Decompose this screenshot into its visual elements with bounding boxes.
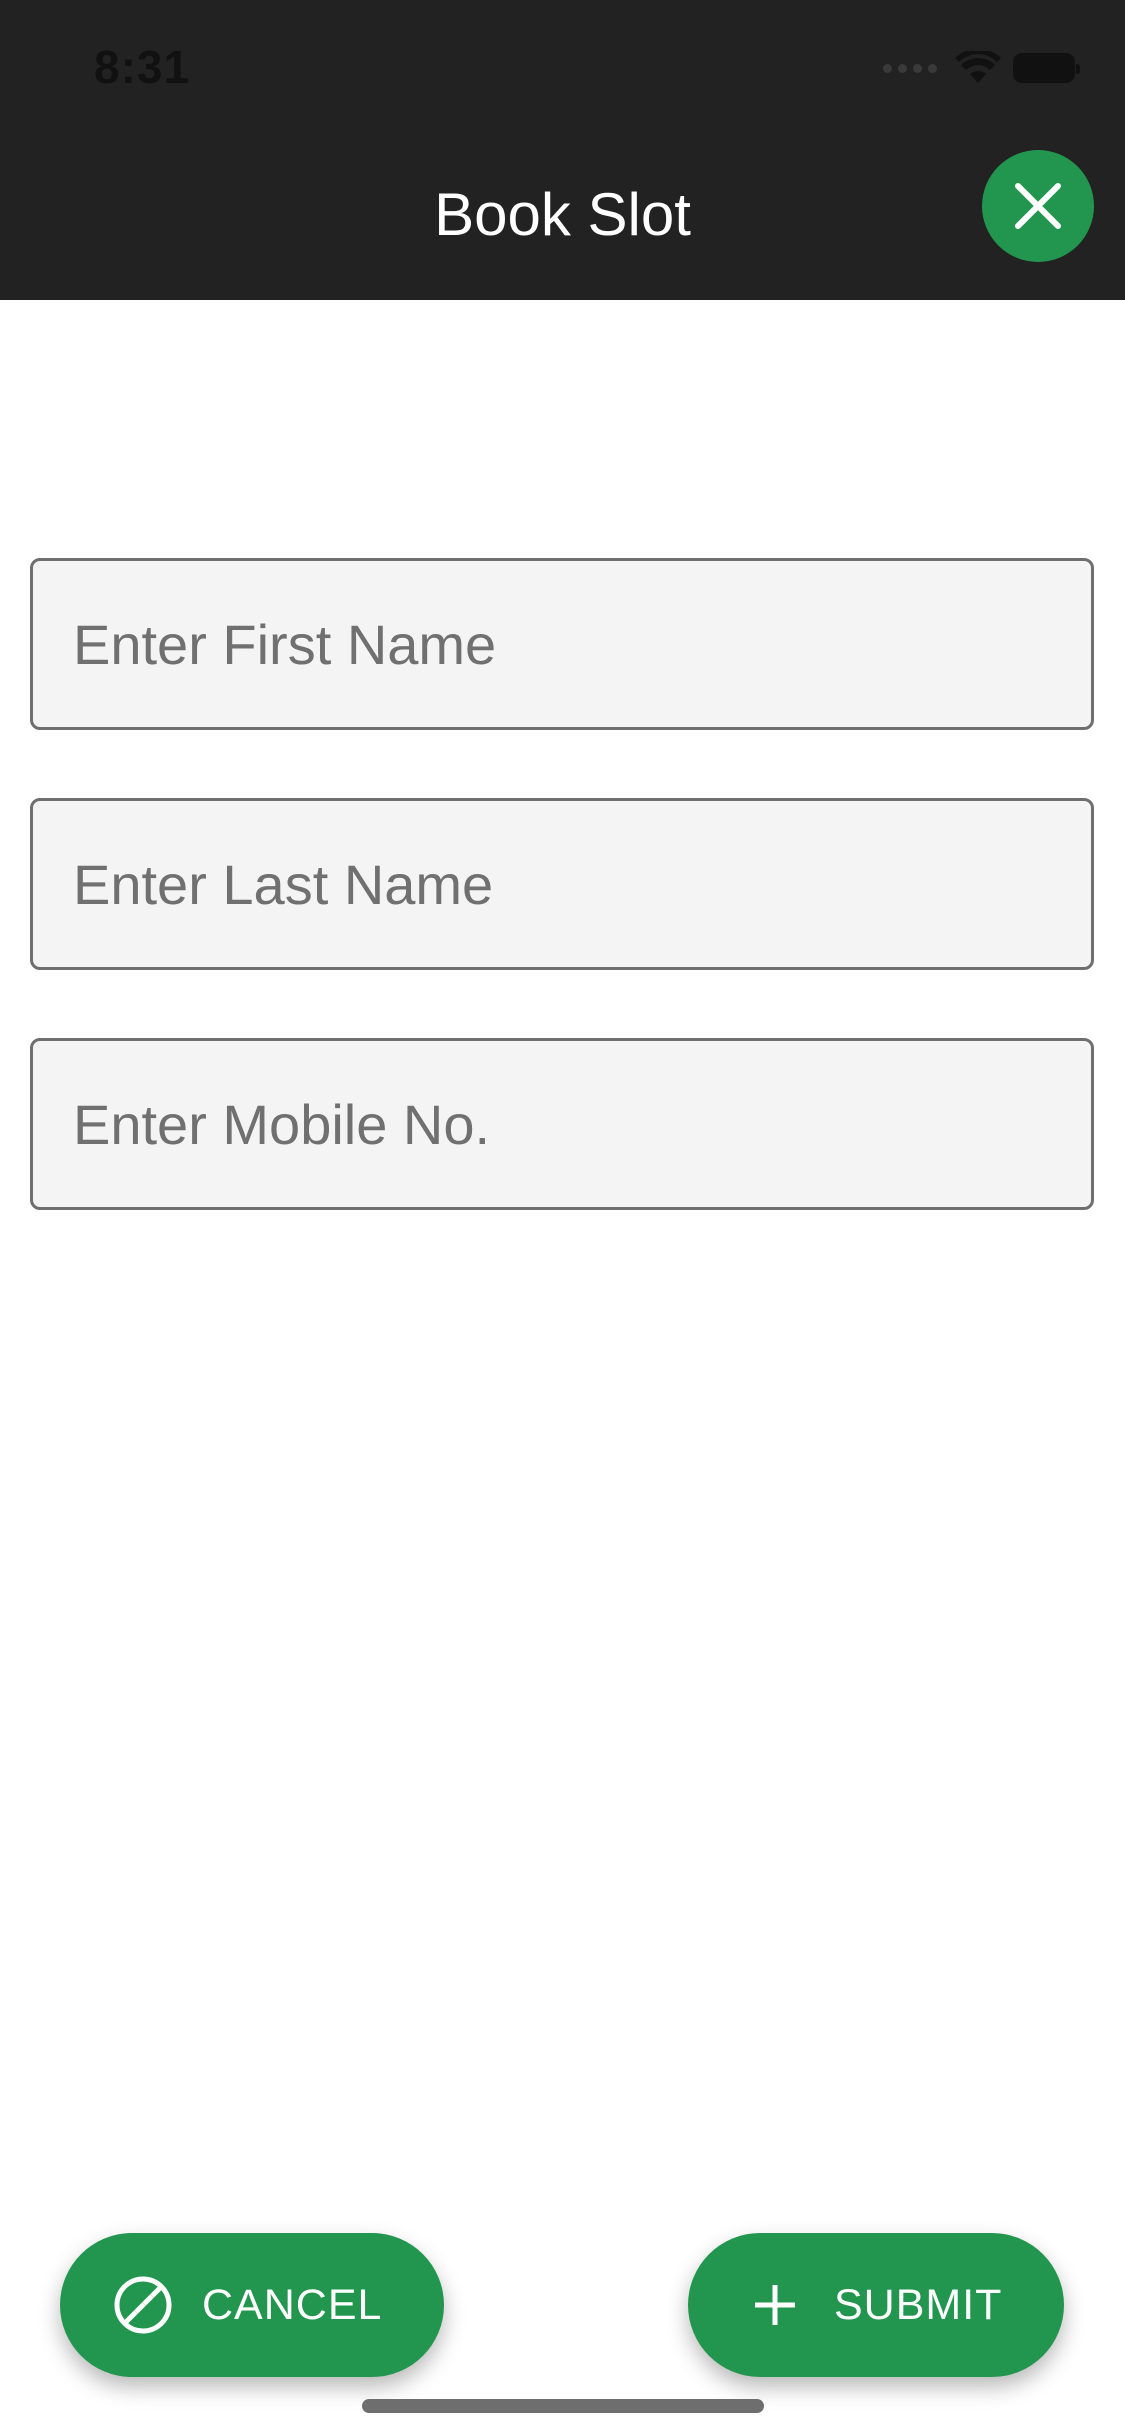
close-icon — [1015, 183, 1061, 229]
cancel-label: CANCEL — [202, 2280, 383, 2329]
plus-icon — [740, 2270, 810, 2340]
close-button[interactable] — [982, 150, 1094, 262]
app-header: 8:31 Book Slot — [0, 0, 1125, 300]
first-name-input[interactable] — [30, 558, 1094, 730]
wifi-icon — [955, 51, 1001, 83]
mobile-number-input[interactable] — [30, 1038, 1094, 1210]
cellular-signal-icon — [883, 63, 937, 73]
last-name-input[interactable] — [30, 798, 1094, 970]
block-icon — [108, 2270, 178, 2340]
page-title: Book Slot — [434, 181, 691, 248]
battery-icon — [1013, 53, 1080, 83]
submit-label: SUBMIT — [834, 2280, 1003, 2329]
submit-button[interactable]: SUBMIT — [688, 2233, 1064, 2377]
home-indicator[interactable] — [362, 2399, 764, 2413]
cancel-button[interactable]: CANCEL — [60, 2233, 444, 2377]
status-indicators — [883, 48, 1080, 88]
status-time: 8:31 — [94, 41, 191, 93]
